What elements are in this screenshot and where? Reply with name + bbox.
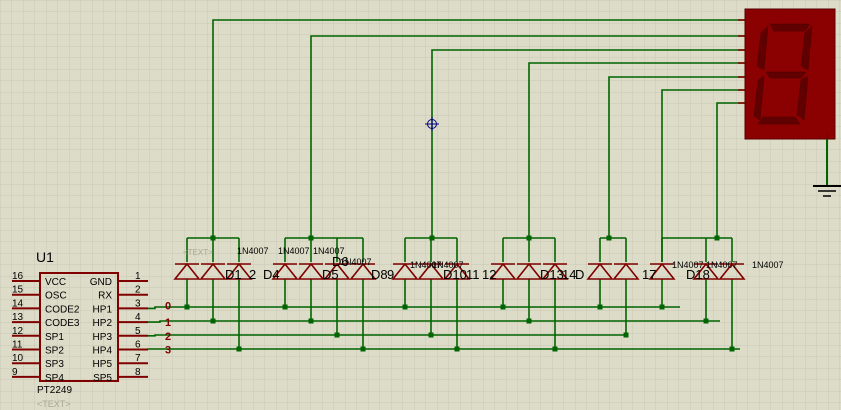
chip-pin-number: 12 xyxy=(12,326,24,337)
junction-dot xyxy=(236,346,242,352)
net-label-group: 0 1 2 3 xyxy=(165,300,171,356)
junction-dot xyxy=(428,332,434,338)
junction-dot xyxy=(454,346,460,352)
junction-dot xyxy=(402,304,408,310)
junction-dot xyxy=(334,332,340,338)
segment-d xyxy=(757,116,801,125)
junction-dot xyxy=(729,346,735,352)
chip-pin-name: HP3 xyxy=(93,332,113,343)
chip-part-label: PT2249 xyxy=(37,385,72,396)
chip-pin-name: OSC xyxy=(45,291,67,302)
junction-dot xyxy=(308,318,314,324)
chip-pin-name: HP2 xyxy=(93,318,113,329)
diode-part-label: 1N4007 xyxy=(237,246,269,256)
diode-ref-label: D6 xyxy=(332,254,349,269)
chip-pin-number: 13 xyxy=(12,312,24,323)
diode-ref-label: 11 xyxy=(466,267,480,282)
junction-dot xyxy=(429,235,435,241)
junction-dot xyxy=(308,235,314,241)
chip-pin-name: GND xyxy=(90,277,112,288)
junction-dot xyxy=(210,318,216,324)
net-label: 3 xyxy=(165,345,171,357)
chip-pin-number: 10 xyxy=(12,353,24,364)
diode-ref-label: 9 xyxy=(387,267,394,282)
junction-dot xyxy=(282,304,288,310)
chip-ref-label: U1 xyxy=(36,249,54,265)
chip-pin-name: CODE3 xyxy=(45,318,80,329)
chip-pin-number: 7 xyxy=(135,353,141,364)
wire xyxy=(148,334,625,337)
chip-pin-name: RX xyxy=(98,291,112,302)
chip-pin-number: 1 xyxy=(135,271,141,282)
junction-dot xyxy=(526,318,532,324)
chip-pin-number: 5 xyxy=(135,326,141,337)
chip-pin-name: SP2 xyxy=(45,346,64,357)
junction-dot xyxy=(606,235,612,241)
chip-pin-name: CODE2 xyxy=(45,304,80,315)
junction-dot xyxy=(360,346,366,352)
chip-pin-name: SP3 xyxy=(45,359,64,370)
junction-dot xyxy=(714,235,720,241)
chip-pin-number: 3 xyxy=(135,298,141,309)
diode-text-placeholder: <TEXT> xyxy=(183,248,213,257)
chip-pin-number: 16 xyxy=(12,271,24,282)
diode-ref-label: 2 xyxy=(249,267,256,282)
net-label: 1 xyxy=(165,317,171,329)
seven-segment-display[interactable] xyxy=(744,8,836,140)
diode-ref-label: 12 xyxy=(482,267,496,282)
diode-ref-label: 17 xyxy=(642,267,656,282)
chip-pin-number: 15 xyxy=(12,285,24,296)
diode-ref-label: D1 xyxy=(225,267,242,282)
schematic-canvas[interactable]: U1 16VCC15OSC14CODE213CODE312SP111SP210S… xyxy=(0,0,841,410)
junction-dot xyxy=(210,235,216,241)
junction-dot xyxy=(623,332,629,338)
chip-pin-number: 11 xyxy=(12,340,23,351)
junction-dot xyxy=(184,304,190,310)
junction-dot xyxy=(597,304,603,310)
diode-ref-label: D10 xyxy=(443,267,467,282)
diode-part-label: 1N4007 xyxy=(278,246,310,256)
net-label: 0 xyxy=(165,300,171,312)
net-label: 2 xyxy=(165,331,171,343)
chip-pin-number: 9 xyxy=(12,367,18,378)
chip-pin-name: HP5 xyxy=(93,359,113,370)
chip-pin-number: 8 xyxy=(135,367,141,378)
chip-pin-name: SP5 xyxy=(93,373,112,384)
chip-pin-number: 4 xyxy=(135,312,141,323)
diode-ref-label: D13 xyxy=(540,267,564,282)
diode-ref-label: D8 xyxy=(371,267,388,282)
segment-g xyxy=(765,71,807,79)
chip-pin-number: 14 xyxy=(12,298,24,309)
diode-part-label: 1N4007 xyxy=(752,260,784,270)
diode-ref-label: D18 xyxy=(686,267,710,282)
diode-ref-label: D5 xyxy=(322,267,339,282)
chip-pin-name: HP4 xyxy=(93,346,113,357)
junction-dot xyxy=(552,346,558,352)
diode-ref-label: D4 xyxy=(263,267,280,282)
chip-text-placeholder: <TEXT> xyxy=(37,399,71,409)
chip-pin-name: VCC xyxy=(45,277,66,288)
chip-pin-name: SP1 xyxy=(45,332,64,343)
chip-pin-name: SP4 xyxy=(45,373,64,384)
junction-dot xyxy=(659,304,665,310)
junction-dot xyxy=(703,318,709,324)
diode-ref-label: D xyxy=(575,267,584,282)
chip-pin-number: 6 xyxy=(135,340,141,351)
junction-dot xyxy=(500,304,506,310)
diode-part-label: 1N4007 xyxy=(706,260,738,270)
segment-a xyxy=(769,23,811,32)
chip-pin-number: 2 xyxy=(135,285,141,296)
chip-pin-name: HP1 xyxy=(93,304,113,315)
junction-dot xyxy=(526,235,532,241)
